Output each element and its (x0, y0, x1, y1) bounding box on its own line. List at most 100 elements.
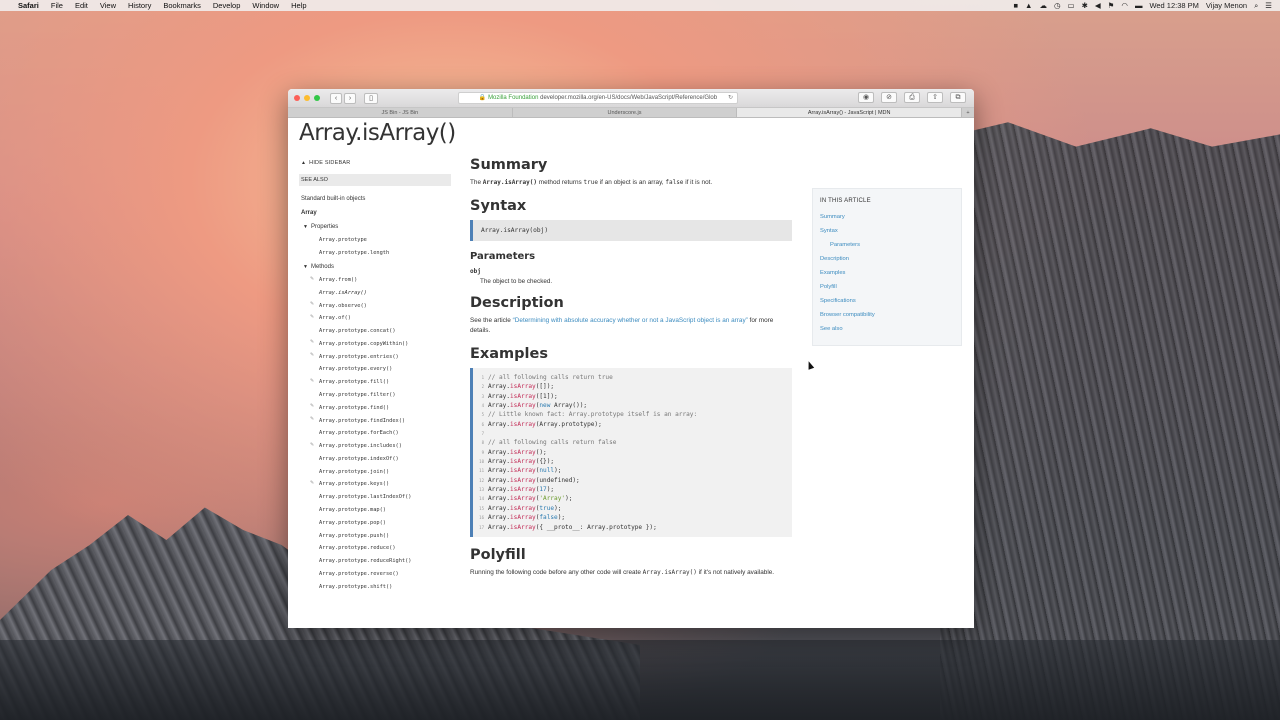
sidebar-method-item[interactable]: Array.prototype.indexOf() (299, 453, 451, 466)
sidebar-method-item[interactable]: Array.from() (299, 274, 451, 287)
toc-link[interactable]: Specifications (820, 294, 954, 308)
user-name[interactable]: Vijay Menon (1206, 1, 1247, 10)
sidebar-method-item[interactable]: Array.prototype.filter() (299, 389, 451, 402)
toc-link[interactable]: Parameters (820, 238, 954, 252)
code-token: isArray (510, 504, 536, 512)
toc-link[interactable]: Browser compatibility (820, 308, 954, 322)
sidebar-method-item[interactable]: Array.prototype.pop() (299, 516, 451, 529)
menu-item-file[interactable]: File (51, 1, 63, 10)
sidebar-method-item[interactable]: Array.prototype.find() (299, 401, 451, 414)
toc-link[interactable]: Syntax (820, 224, 954, 238)
summary-heading: Summary (470, 157, 548, 173)
toc-link[interactable]: Polyfill (820, 280, 954, 294)
menu-item-develop[interactable]: Develop (213, 1, 241, 10)
triangle-down-icon: ▼ (303, 263, 308, 270)
sidebar-method-item[interactable]: Array.prototype.reduce() (299, 542, 451, 555)
sidebar-toggle-button[interactable]: ▯ (364, 92, 378, 104)
code-token: Array()); (550, 402, 588, 410)
spotlight-icon[interactable]: ⌕ (1254, 1, 1258, 11)
sidebar-property-item[interactable]: Array.prototype (299, 234, 451, 247)
share-icon[interactable]: ⇧ (927, 92, 943, 103)
battery-icon[interactable]: ▬ (1135, 1, 1143, 10)
sidebar-method-item[interactable]: Array.prototype.push() (299, 529, 451, 542)
code-line: 12 Array. isArray (undefined); (477, 476, 788, 485)
sidebar-method-item[interactable]: Array.prototype.copyWithin() (299, 337, 451, 350)
display-icon[interactable]: ▭ (1067, 1, 1074, 10)
sidebar-property-item[interactable]: Array.prototype.length (299, 247, 451, 260)
polyfill-heading: Polyfill (470, 546, 526, 563)
menu-item-history[interactable]: History (128, 1, 151, 10)
address-url: developer.mozilla.org/en-US/docs/Web/Jav… (540, 95, 718, 101)
sidebar-method-item[interactable]: Array.prototype.lastIndexOf() (299, 491, 451, 504)
sidebar-method-item[interactable]: Array.prototype.map() (299, 504, 451, 517)
toc-link[interactable]: See also (820, 322, 954, 336)
toc-link[interactable]: Summary (820, 210, 954, 224)
new-tab-button[interactable]: + (962, 108, 974, 117)
menu-item-bookmarks[interactable]: Bookmarks (163, 1, 201, 10)
tab-mdn-isarray[interactable]: Array.isArray() - JavaScript | MDN (737, 108, 963, 117)
line-number: 9 (481, 449, 484, 455)
tab-underscore[interactable]: Underscore.js (513, 108, 738, 117)
flag-icon[interactable]: ⚑ (1108, 1, 1115, 10)
sidebar-link-array[interactable]: Array (299, 206, 451, 220)
menu-item-view[interactable]: View (100, 1, 116, 10)
sidebar-method-item[interactable]: Array.isArray() (299, 286, 451, 299)
tabs-overview-icon[interactable]: ⧉ (950, 92, 966, 103)
sidebar-link-builtins[interactable]: Standard built-in objects (299, 192, 451, 206)
code-token: new (539, 402, 551, 410)
forward-button[interactable]: › (344, 92, 356, 104)
print-icon[interactable]: ⎙ (904, 92, 920, 103)
back-button[interactable]: ‹ (330, 92, 342, 104)
minimize-window-button[interactable] (304, 95, 310, 101)
description-article-link[interactable]: “Determining with absolute accuracy whet… (513, 317, 748, 324)
time-machine-icon[interactable]: ◷ (1054, 1, 1061, 10)
sidebar-group-properties[interactable]: ▼ Properties (299, 220, 451, 234)
hide-sidebar-button[interactable]: ▲ HIDE SIDEBAR (301, 160, 451, 166)
sidebar-method-item[interactable]: Array.prototype.fill() (299, 376, 451, 389)
parameters-heading: Parameters (470, 251, 536, 262)
reload-icon[interactable]: ↻ (728, 93, 733, 103)
code-token: isArray (510, 514, 536, 522)
sidebar-method-item[interactable]: Array.prototype.reverse() (299, 568, 451, 581)
code-line: 9 Array. isArray (); (477, 448, 788, 457)
menu-item-help[interactable]: Help (291, 1, 306, 10)
alert-icon[interactable]: ▲ (1025, 1, 1032, 10)
sidebar-method-item[interactable]: Array.observe() (299, 299, 451, 312)
code-token: ({}); (535, 458, 555, 466)
sidebar-method-item[interactable]: Array.prototype.findIndex() (299, 414, 451, 427)
sidebar-method-item[interactable]: Array.prototype.concat() (299, 325, 451, 338)
sidebar-method-item[interactable]: Array.prototype.entries() (299, 350, 451, 363)
sidebar-method-item[interactable]: Array.of() (299, 312, 451, 325)
toc-link[interactable]: Description (820, 252, 954, 266)
clock[interactable]: Wed 12:38 PM (1149, 1, 1198, 10)
toc-link[interactable]: Examples (820, 266, 954, 280)
sidebar-method-item[interactable]: Array.prototype.shift() (299, 580, 451, 593)
code-token: 'Array' (539, 495, 566, 503)
cloud-icon[interactable]: ☁ (1039, 1, 1047, 10)
sidebar-method-item[interactable]: Array.prototype.join() (299, 465, 451, 478)
bluetooth-icon[interactable]: ✱ (1082, 1, 1088, 10)
sidebar-method-item[interactable]: Array.prototype.forEach() (299, 427, 451, 440)
readability-icon[interactable]: ⊘ (881, 92, 897, 103)
sidebar-method-item[interactable]: Array.prototype.reduceRight() (299, 555, 451, 568)
menu-item-window[interactable]: Window (252, 1, 279, 10)
sidebar-group-methods[interactable]: ▼ Methods (299, 260, 451, 274)
fullscreen-window-button[interactable] (314, 95, 320, 101)
sidebar-method-item[interactable]: Array.prototype.every() (299, 363, 451, 376)
volume-icon[interactable]: ◀ (1095, 1, 1101, 10)
address-bar[interactable]: 🔒 Mozilla Foundation developer.mozilla.o… (458, 92, 738, 104)
wifi-icon[interactable]: ◠ (1121, 1, 1128, 10)
code-line: 14 Array. isArray('Array'); (477, 494, 788, 503)
code-line: 5 // Little known fact: Array.prototype i… (477, 410, 788, 419)
menu-app-name[interactable]: Safari (18, 1, 39, 10)
sidebar-method-item[interactable]: Array.prototype.includes() (299, 440, 451, 453)
sidebar-method-item[interactable]: Array.prototype.keys() (299, 478, 451, 491)
notification-center-icon[interactable]: ☰ (1265, 1, 1272, 10)
menu-item-edit[interactable]: Edit (75, 1, 88, 10)
record-icon[interactable]: ■ (1013, 1, 1018, 10)
code-token: (undefined); (535, 476, 580, 484)
extension-icon[interactable]: ◉ (858, 92, 874, 103)
close-window-button[interactable] (294, 95, 300, 101)
tab-jsbin[interactable]: JS Bin - JS Bin (288, 108, 513, 117)
description-heading: Description (470, 295, 564, 311)
